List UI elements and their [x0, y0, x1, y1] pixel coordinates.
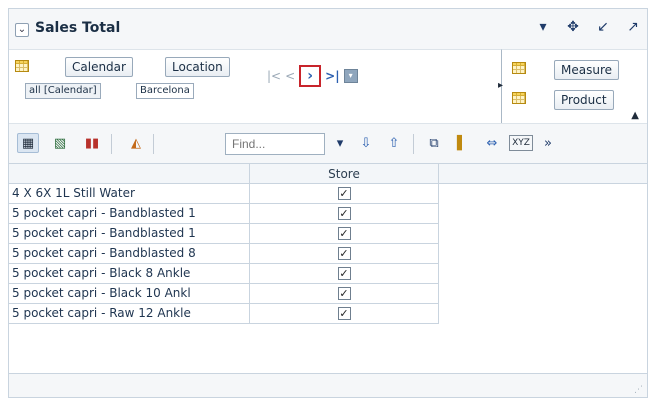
- previous-icon[interactable]: <: [285, 69, 295, 83]
- data-table: Store 4 X 6X 1L Still Water ✓ 5 pocket c…: [9, 163, 647, 373]
- panel-title: Sales Total: [35, 20, 121, 36]
- store-checkbox[interactable]: ✓: [337, 247, 351, 260]
- pivot-columns-area: Calendar Location all [Calendar] Barcelo…: [9, 49, 501, 123]
- store-checkbox[interactable]: ✓: [337, 227, 351, 240]
- row-label: 5 pocket capri - Bandblasted 1: [9, 204, 249, 224]
- row-label: 5 pocket capri - Black 10 Ankl: [9, 284, 249, 304]
- location-chip[interactable]: Location: [165, 57, 230, 77]
- calendar-filter-chip[interactable]: all [Calendar]: [25, 83, 101, 99]
- export-icon[interactable]: ⧉: [423, 133, 445, 153]
- filter-icon[interactable]: ▾: [343, 69, 358, 83]
- row-label: 4 X 6X 1L Still Water: [9, 184, 249, 204]
- pivot-navigation: |< < › >| ▾: [267, 65, 358, 87]
- product-chip[interactable]: Product: [554, 90, 614, 110]
- measure-grid-icon: [512, 62, 526, 74]
- collapse-toggle[interactable]: ⌄: [15, 23, 29, 37]
- calendar-chip[interactable]: Calendar: [65, 57, 133, 77]
- store-cell: ✓: [249, 264, 439, 284]
- toolbar-separator: [111, 134, 112, 154]
- store-cell: ✓: [249, 224, 439, 244]
- bar-chart-icon[interactable]: ▮▮: [81, 133, 103, 153]
- wrap-icon[interactable]: ⇔: [481, 133, 503, 153]
- store-checkbox[interactable]: ✓: [337, 187, 351, 200]
- store-column-header[interactable]: Store: [249, 164, 439, 184]
- next-icon: ›: [307, 68, 314, 84]
- store-cell: ✓: [249, 184, 439, 204]
- measure-chip[interactable]: Measure: [554, 60, 619, 80]
- chart-table-view-icon[interactable]: ▧: [49, 133, 71, 153]
- area-chart-icon[interactable]: ◭: [125, 133, 147, 153]
- store-cell: ✓: [249, 204, 439, 224]
- more-tools-icon[interactable]: »: [537, 133, 559, 153]
- store-checkbox[interactable]: ✓: [337, 207, 351, 220]
- store-cell: ✓: [249, 244, 439, 264]
- table-row: 5 pocket capri - Bandblasted 8 ✓: [9, 244, 647, 264]
- store-cell: ✓: [249, 284, 439, 304]
- dropdown-icon[interactable]: ▾: [535, 19, 551, 35]
- first-icon[interactable]: |<: [267, 69, 281, 83]
- toolbar-separator: [153, 134, 154, 154]
- table-row: 5 pocket capri - Black 8 Ankle ✓: [9, 264, 647, 284]
- table-view-icon[interactable]: ▦: [17, 133, 39, 153]
- xyz-icon[interactable]: XYZ: [509, 135, 533, 151]
- format-icon[interactable]: ▌: [451, 133, 473, 153]
- columns-grid-icon: [15, 60, 29, 72]
- store-checkbox[interactable]: ✓: [337, 267, 351, 280]
- table-row: 5 pocket capri - Raw 12 Ankle ✓: [9, 304, 647, 324]
- row-label: 5 pocket capri - Bandblasted 8: [9, 244, 249, 264]
- store-checkbox[interactable]: ✓: [337, 287, 351, 300]
- find-input[interactable]: [225, 133, 325, 155]
- store-checkbox[interactable]: ✓: [337, 307, 351, 320]
- table-row: 5 pocket capri - Bandblasted 1 ✓: [9, 204, 647, 224]
- title-actions: ▾ ✥ ↙ ↗: [535, 19, 641, 35]
- row-label: 5 pocket capri - Raw 12 Ankle: [9, 304, 249, 324]
- expand-icon[interactable]: ▲: [631, 110, 639, 121]
- table-row: 5 pocket capri - Bandblasted 1 ✓: [9, 224, 647, 244]
- title-bar: ⌄ Sales Total ▾ ✥ ↙ ↗: [9, 9, 647, 49]
- barcelona-filter-chip[interactable]: Barcelona: [136, 83, 194, 99]
- find-previous-icon[interactable]: ⇧: [383, 133, 405, 153]
- maximize-icon[interactable]: ↗: [625, 19, 641, 35]
- swap-axes-icon[interactable]: ▸: [498, 80, 503, 91]
- minimize-icon[interactable]: ↙: [595, 19, 611, 35]
- product-grid-icon: [512, 92, 526, 104]
- store-cell: ✓: [249, 304, 439, 324]
- find-options-icon[interactable]: ▾: [329, 133, 351, 153]
- next-button[interactable]: ›: [299, 65, 322, 87]
- table-header: Store: [9, 164, 647, 184]
- last-icon[interactable]: >|: [325, 69, 339, 83]
- table-row: 5 pocket capri - Black 10 Ankl ✓: [9, 284, 647, 304]
- table-row: 4 X 6X 1L Still Water ✓: [9, 184, 647, 204]
- row-label: 5 pocket capri - Black 8 Ankle: [9, 264, 249, 284]
- resize-grip-icon[interactable]: ⋰: [634, 385, 643, 395]
- row-label: 5 pocket capri - Bandblasted 1: [9, 224, 249, 244]
- move-icon[interactable]: ✥: [565, 19, 581, 35]
- status-footer: ⋰: [9, 373, 647, 397]
- pivot-rows-area: Measure Product ▸ ▲: [498, 49, 647, 123]
- sales-total-panel: ⌄ Sales Total ▾ ✥ ↙ ↗ Calendar Location …: [8, 8, 648, 398]
- find-next-icon[interactable]: ⇩: [355, 133, 377, 153]
- toolbar: ▦ ▧ ▮▮ ◭ ▾ ⇩ ⇧ ⧉ ▌ ⇔ XYZ »: [9, 123, 647, 163]
- toolbar-separator: [413, 134, 414, 154]
